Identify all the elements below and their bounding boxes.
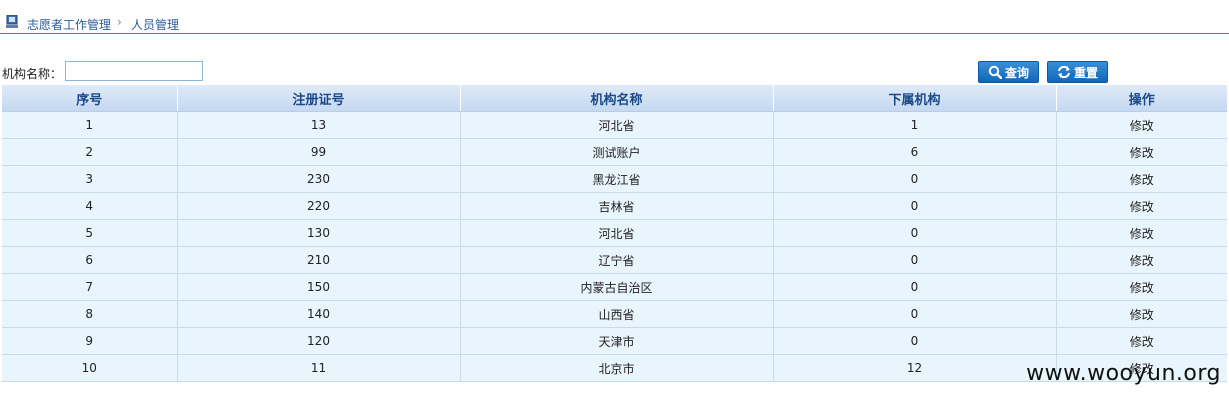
magnifier-icon: [988, 65, 1002, 79]
cell-sub-orgs: 0: [773, 246, 1057, 274]
table-row: 1 13 河北省 1 修改: [2, 111, 1227, 139]
cell-reg-no: 230: [177, 165, 461, 193]
table-row: 7 150 内蒙古自治区 0 修改: [2, 273, 1227, 301]
cell-reg-no: 99: [177, 138, 461, 166]
cell-reg-no: 11: [177, 354, 461, 382]
cell-org-name: 河北省: [460, 111, 774, 139]
org-name-label: 机构名称：: [2, 67, 63, 81]
cell-index: 2: [2, 138, 178, 166]
edit-link[interactable]: 修改: [1056, 246, 1227, 274]
cell-index: 10: [2, 354, 178, 382]
cell-reg-no: 140: [177, 300, 461, 328]
edit-link[interactable]: 修改: [1056, 111, 1227, 139]
cell-sub-orgs: 6: [773, 138, 1057, 166]
edit-link[interactable]: 修改: [1056, 192, 1227, 220]
watermark-text: www.wooyun.org: [1026, 361, 1221, 386]
cell-org-name: 黑龙江省: [460, 165, 774, 193]
table-row: 5 130 河北省 0 修改: [2, 219, 1227, 247]
cell-sub-orgs: 0: [773, 165, 1057, 193]
cell-reg-no: 130: [177, 219, 461, 247]
edit-link[interactable]: 修改: [1056, 138, 1227, 166]
org-name-input[interactable]: [65, 61, 203, 81]
cell-sub-orgs: 0: [773, 219, 1057, 247]
cell-sub-orgs: 0: [773, 327, 1057, 355]
cell-sub-orgs: 0: [773, 192, 1057, 220]
edit-link[interactable]: 修改: [1056, 273, 1227, 301]
breadcrumb-root-link[interactable]: 志愿者工作管理: [27, 16, 111, 33]
cell-org-name: 天津市: [460, 327, 774, 355]
cell-reg-no: 220: [177, 192, 461, 220]
cell-index: 4: [2, 192, 178, 220]
monitor-icon: [6, 14, 19, 29]
table-row: 9 120 天津市 0 修改: [2, 327, 1227, 355]
table-row: 6 210 辽宁省 0 修改: [2, 246, 1227, 274]
breadcrumb-separator: ›: [117, 15, 122, 29]
breadcrumb: 志愿者工作管理 › 人员管理: [0, 0, 1229, 34]
cell-index: 8: [2, 300, 178, 328]
table-row: 3 230 黑龙江省 0 修改: [2, 165, 1227, 193]
cell-index: 5: [2, 219, 178, 247]
column-header-action: 操作: [1056, 85, 1227, 112]
cell-org-name: 北京市: [460, 354, 774, 382]
cell-reg-no: 210: [177, 246, 461, 274]
edit-link[interactable]: 修改: [1056, 165, 1227, 193]
edit-link[interactable]: 修改: [1056, 327, 1227, 355]
edit-link[interactable]: 修改: [1056, 300, 1227, 328]
cell-index: 3: [2, 165, 178, 193]
cell-reg-no: 13: [177, 111, 461, 139]
table-row: 8 140 山西省 0 修改: [2, 300, 1227, 328]
search-button[interactable]: 查询: [978, 61, 1039, 83]
reset-button-label: 重置: [1073, 65, 1098, 80]
org-table: 序号 注册证号 机构名称 下属机构 操作 1 13 河北省 1 修改 2 99 …: [2, 85, 1227, 382]
column-header-sub-orgs: 下属机构: [773, 85, 1057, 112]
table-header-row: 序号 注册证号 机构名称 下属机构 操作: [2, 85, 1227, 112]
cell-org-name: 山西省: [460, 300, 774, 328]
cell-org-name: 辽宁省: [460, 246, 774, 274]
cell-index: 7: [2, 273, 178, 301]
cell-sub-orgs: 1: [773, 111, 1057, 139]
cell-org-name: 河北省: [460, 219, 774, 247]
column-header-org-name: 机构名称: [460, 85, 774, 112]
column-header-reg-no: 注册证号: [177, 85, 461, 112]
reset-button[interactable]: 重置: [1047, 61, 1108, 83]
cell-index: 9: [2, 327, 178, 355]
column-header-index: 序号: [2, 85, 178, 112]
table-row: 2 99 测试账户 6 修改: [2, 138, 1227, 166]
refresh-icon: [1057, 65, 1071, 79]
table-row: 4 220 吉林省 0 修改: [2, 192, 1227, 220]
edit-link[interactable]: 修改: [1056, 219, 1227, 247]
cell-sub-orgs: 0: [773, 273, 1057, 301]
cell-sub-orgs: 12: [773, 354, 1057, 382]
cell-reg-no: 150: [177, 273, 461, 301]
search-button-label: 查询: [1004, 65, 1029, 80]
cell-org-name: 测试账户: [460, 138, 774, 166]
cell-sub-orgs: 0: [773, 300, 1057, 328]
cell-index: 1: [2, 111, 178, 139]
cell-org-name: 内蒙古自治区: [460, 273, 774, 301]
breadcrumb-current-link[interactable]: 人员管理: [131, 16, 179, 33]
cell-reg-no: 120: [177, 327, 461, 355]
cell-org-name: 吉林省: [460, 192, 774, 220]
cell-index: 6: [2, 246, 178, 274]
